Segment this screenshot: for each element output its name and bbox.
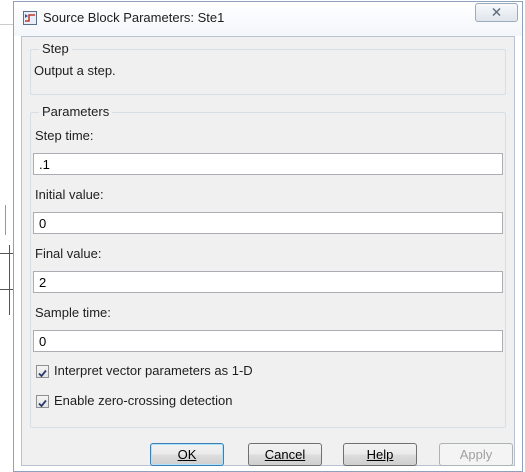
final-value-label: Final value: <box>35 246 102 261</box>
interpret-vector-label[interactable]: Interpret vector parameters as 1-D <box>54 363 253 378</box>
close-x-icon <box>492 8 501 16</box>
final-value-field[interactable] <box>33 271 503 293</box>
initial-value-field[interactable] <box>33 212 503 234</box>
block-description: Output a step. <box>34 63 116 78</box>
screen: Source Block Parameters: Ste1 Step Outpu… <box>0 0 525 472</box>
dialog-client-area: Step Output a step. Parameters Step time… <box>21 36 515 466</box>
description-group: Step Output a step. <box>30 41 506 95</box>
title-bar[interactable]: Source Block Parameters: Ste1 <box>14 2 522 36</box>
help-button[interactable]: Help <box>343 443 417 466</box>
canvas-line <box>9 245 10 315</box>
canvas-line <box>0 253 13 254</box>
cancel-button[interactable]: Cancel <box>248 443 322 466</box>
source-block-parameters-dialog: Source Block Parameters: Ste1 Step Outpu… <box>13 1 523 472</box>
zero-crossing-checkbox[interactable] <box>36 395 49 408</box>
zero-crossing-label[interactable]: Enable zero-crossing detection <box>54 393 233 408</box>
sample-time-label: Sample time: <box>35 305 111 320</box>
checkmark-icon <box>38 369 47 378</box>
simulink-block-icon <box>23 11 37 25</box>
parameters-group-legend: Parameters <box>39 104 113 119</box>
close-button[interactable] <box>475 3 518 22</box>
interpret-vector-checkbox[interactable] <box>36 365 49 378</box>
canvas-line <box>5 205 6 235</box>
initial-value-label: Initial value: <box>35 187 104 202</box>
ok-button[interactable]: OK <box>150 443 224 466</box>
apply-button[interactable]: Apply <box>439 443 513 466</box>
canvas-line <box>0 289 13 290</box>
canvas-line <box>0 24 13 25</box>
parameters-group: Parameters Step time: Initial value: Fin… <box>30 104 506 428</box>
window-title: Source Block Parameters: Ste1 <box>43 10 225 25</box>
checkmark-icon <box>38 399 47 408</box>
description-group-legend: Step <box>39 41 72 56</box>
sample-time-field[interactable] <box>33 330 503 352</box>
step-time-field[interactable] <box>33 153 503 175</box>
step-time-label: Step time: <box>35 128 94 143</box>
